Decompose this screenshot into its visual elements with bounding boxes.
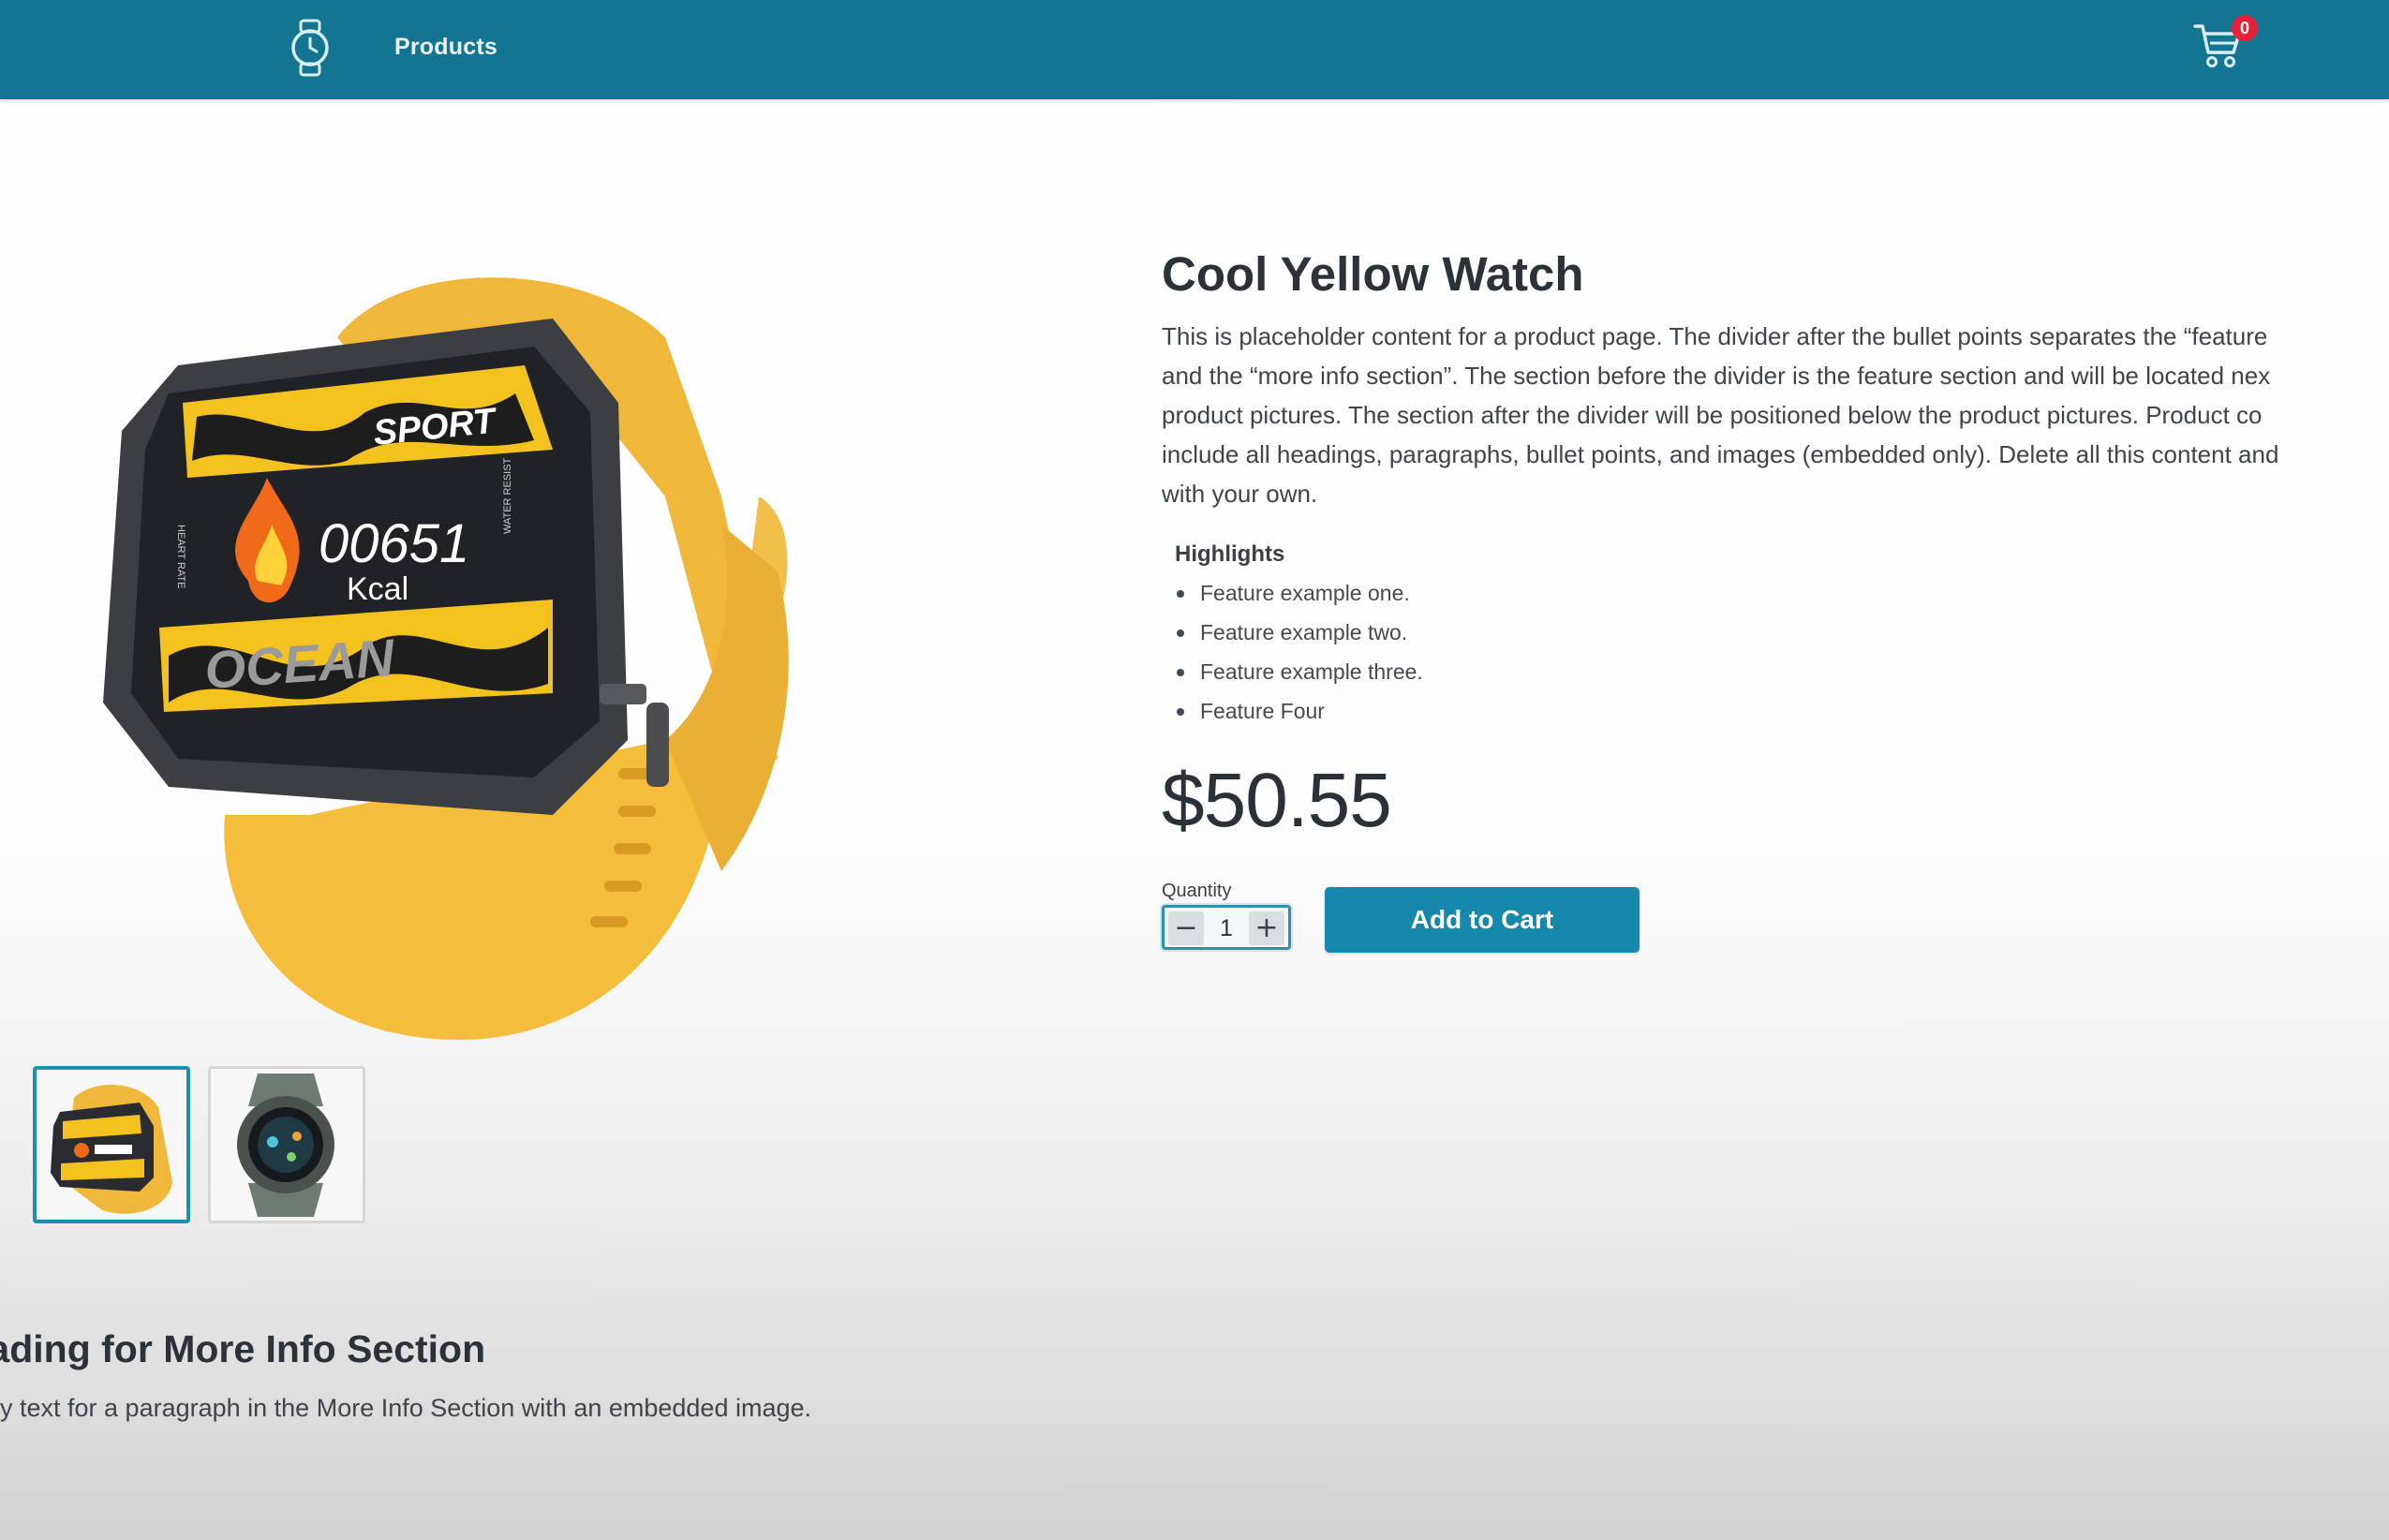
feature-item: Feature example three. bbox=[1175, 652, 1423, 691]
add-to-cart-button[interactable]: Add to Cart bbox=[1325, 887, 1640, 953]
feature-item: Feature example two. bbox=[1175, 613, 1423, 652]
description-line: and the “more info section”. The section… bbox=[1162, 362, 2271, 390]
watch-face-side-left: HEART RATE bbox=[175, 525, 186, 588]
nav-link-products[interactable]: Products bbox=[394, 32, 497, 62]
increase-quantity-button[interactable]: + bbox=[1249, 911, 1284, 945]
cart-button[interactable]: 0 bbox=[2192, 15, 2258, 73]
more-info-heading: le heading for More Info Section bbox=[0, 1327, 486, 1370]
product-description: This is placeholder content for a produc… bbox=[1162, 317, 2389, 513]
gray-rugged-watch-thumbnail[interactable] bbox=[208, 1066, 365, 1223]
watch-face-side-right: WATER RESIST bbox=[502, 457, 513, 534]
quantity-label: Quantity bbox=[1162, 881, 1232, 901]
quantity-stepper: − + bbox=[1162, 905, 1291, 950]
feature-item: Feature Four bbox=[1175, 691, 1423, 731]
description-line: with your own. bbox=[1162, 480, 1318, 508]
description-line: This is placeholder content for a produc… bbox=[1162, 322, 2268, 350]
feature-item: Feature example one. bbox=[1175, 573, 1423, 613]
description-line: product pictures. The section after the … bbox=[1162, 401, 2263, 429]
description-line: include all headings, paragraphs, bullet… bbox=[1162, 440, 2279, 468]
more-info-paragraph: ummy text for a paragraph in the More In… bbox=[0, 1394, 812, 1422]
top-navigation-bar: Products 0 bbox=[0, 0, 2389, 99]
highlights-heading: Highlights bbox=[1175, 541, 1285, 567]
watch-face-kcal-value: 00651 bbox=[319, 513, 469, 574]
decrease-quantity-button[interactable]: − bbox=[1168, 911, 1204, 945]
yellow-watch-thumbnail[interactable] bbox=[33, 1066, 190, 1223]
watch-icon[interactable] bbox=[289, 19, 332, 77]
product-title: Cool Yellow Watch bbox=[1162, 247, 1584, 301]
feature-list: Feature example one. Feature example two… bbox=[1175, 573, 1423, 731]
product-price: $50.55 bbox=[1162, 758, 1392, 843]
quantity-input[interactable] bbox=[1208, 911, 1245, 945]
main-product-image[interactable]: 00651 Kcal SPORT OCEAN HEART RATE WATER … bbox=[66, 215, 815, 1059]
cart-count-badge: 0 bbox=[2232, 15, 2258, 41]
watch-face-kcal-unit: Kcal bbox=[347, 571, 408, 607]
